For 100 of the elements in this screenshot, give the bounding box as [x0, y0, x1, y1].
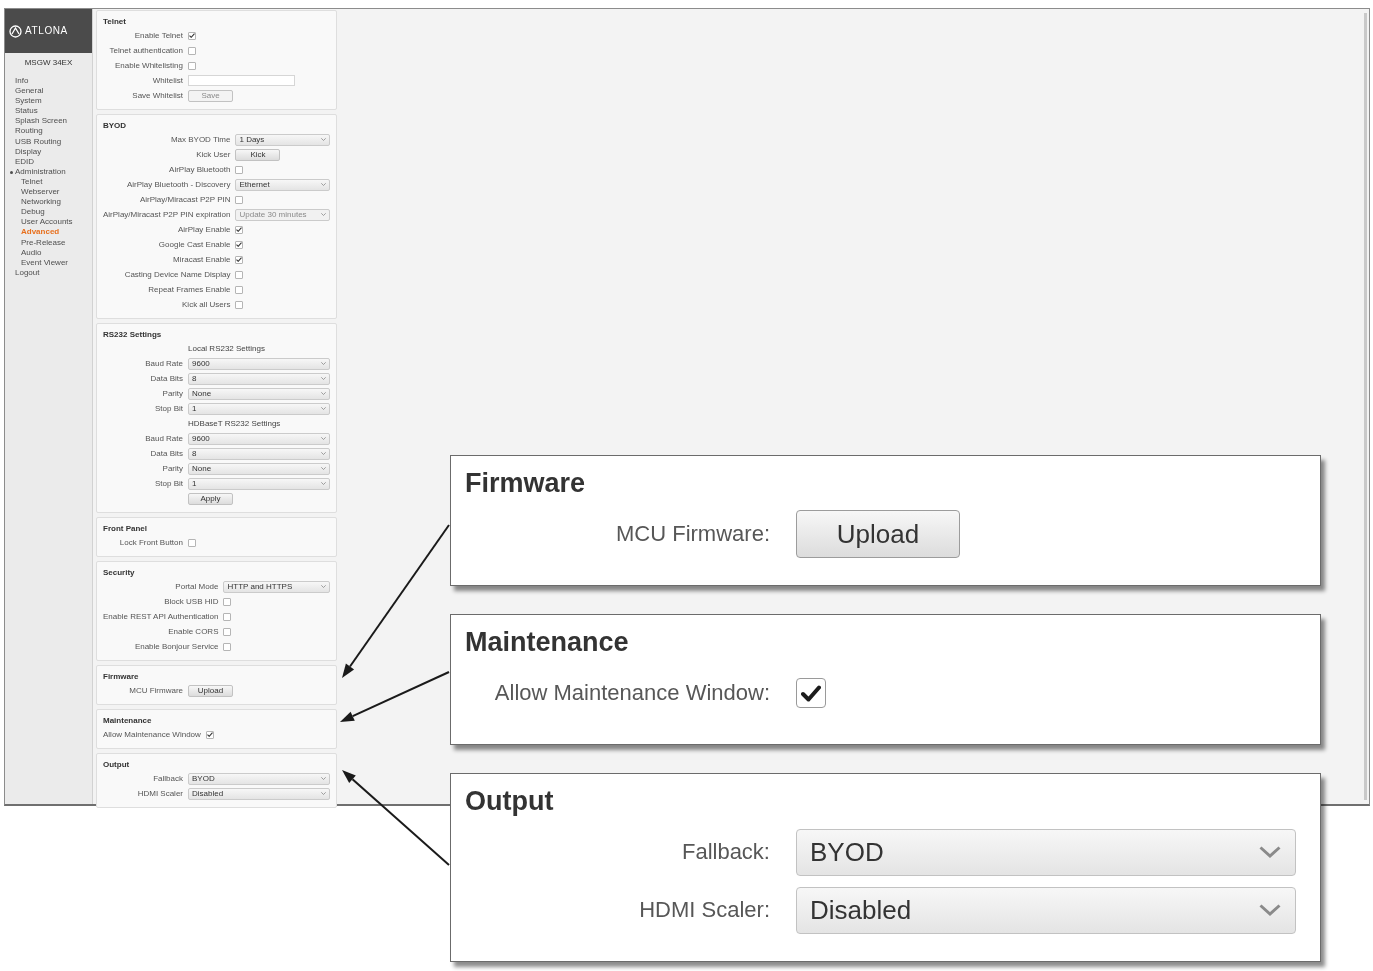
field-label: Whitelist: [152, 75, 183, 86]
nav-item[interactable]: Event Viewer: [10, 257, 68, 268]
dropdown[interactable]: Disabled: [796, 886, 1296, 934]
dropdown[interactable]: None: [188, 462, 330, 475]
checkmark-icon: [801, 684, 821, 702]
checkbox[interactable]: [188, 31, 196, 40]
field-label: Allow Maintenance Window:: [494, 679, 770, 707]
dropdown[interactable]: 9600: [188, 432, 330, 445]
input-field[interactable]: [188, 75, 295, 86]
button[interactable]: Apply: [188, 492, 233, 505]
field-label: Stop Bit: [155, 403, 183, 414]
field-label: Fallback: [153, 773, 183, 784]
field-label: Enable Bonjour Service: [134, 641, 219, 652]
field-label: AirPlay/Miracast P2P PIN expiration: [103, 209, 231, 220]
field-label: Portal Mode: [175, 581, 219, 592]
field-label: Block USB HID: [164, 596, 219, 607]
nav-item[interactable]: Audio: [10, 247, 42, 258]
chevron-down-icon: [321, 213, 326, 216]
nav-item[interactable]: Routing: [10, 126, 43, 137]
nav-item[interactable]: System: [10, 96, 42, 107]
dropdown[interactable]: Ethernet: [235, 178, 330, 191]
checkbox[interactable]: [796, 678, 826, 708]
field-label: Data Bits: [150, 448, 183, 459]
nav-item[interactable]: Debug: [10, 207, 45, 218]
nav-item[interactable]: Info: [10, 76, 29, 87]
field-label: Telnet authentication: [109, 45, 183, 56]
checkbox[interactable]: [235, 270, 244, 279]
nav-item[interactable]: Webserver: [10, 187, 60, 198]
checkbox[interactable]: [223, 627, 232, 636]
checkbox[interactable]: [235, 165, 244, 174]
checkmark-icon: [236, 242, 243, 247]
chevron-down-icon: [321, 467, 326, 470]
nav-item[interactable]: Status: [10, 106, 38, 117]
nav-item[interactable]: Networking: [10, 197, 61, 208]
button[interactable]: Kick: [235, 148, 281, 161]
field-label: AirPlay Bluetooth - Discovery: [126, 179, 231, 190]
field-label: Enable REST API Authentication: [103, 611, 219, 622]
checkmark-icon: [236, 227, 243, 232]
checkbox[interactable]: [223, 612, 232, 621]
chevron-down-icon: [321, 482, 326, 485]
section-title: RS232 Settings: [103, 329, 162, 341]
logo-text: ATLONA: [25, 25, 68, 37]
field-label: Parity: [162, 388, 183, 399]
field-label: Baud Rate: [145, 358, 183, 369]
checkbox[interactable]: [235, 300, 244, 309]
nav-item[interactable]: General: [10, 86, 44, 97]
nav-item[interactable]: User Accounts: [10, 217, 73, 228]
nav-item[interactable]: Logout: [10, 267, 40, 278]
dropdown[interactable]: HTTP and HTTPS: [223, 580, 330, 593]
field-label: Enable Telnet: [134, 30, 183, 41]
dropdown[interactable]: 1: [188, 402, 330, 415]
checkbox[interactable]: [205, 730, 214, 739]
dropdown[interactable]: Disabled: [188, 787, 330, 800]
checkbox[interactable]: [223, 642, 232, 651]
field-label: Repeat Frames Enable: [148, 284, 231, 295]
checkbox[interactable]: [235, 225, 244, 234]
nav-item[interactable]: Display: [10, 146, 42, 157]
section-title: BYOD: [103, 120, 127, 132]
section-title: Security: [103, 567, 135, 579]
dropdown[interactable]: 9600: [188, 357, 330, 370]
checkbox[interactable]: [235, 240, 244, 249]
checkbox[interactable]: [223, 597, 232, 606]
dropdown[interactable]: 8: [188, 372, 330, 385]
dropdown[interactable]: 1: [188, 477, 330, 490]
field-label: Enable CORS: [168, 626, 219, 637]
field-label: Max BYOD Time: [170, 134, 231, 145]
nav-item[interactable]: Telnet: [10, 176, 43, 188]
field-label: Allow Maintenance Window: [103, 729, 201, 740]
callout-title: Output: [465, 786, 554, 816]
field-label: Parity: [162, 463, 183, 474]
button[interactable]: Upload: [796, 510, 960, 558]
checkbox[interactable]: [188, 46, 196, 55]
checkbox[interactable]: [188, 538, 196, 547]
chevron-down-icon: [321, 452, 326, 455]
nav-item[interactable]: Splash Screen: [10, 116, 68, 127]
logo-icon: [9, 24, 22, 38]
nav-item[interactable]: Administration: [10, 166, 66, 177]
scrollbar[interactable]: [1364, 13, 1367, 800]
checkbox[interactable]: [188, 61, 196, 70]
checkbox[interactable]: [235, 195, 244, 204]
nav-item[interactable]: EDID: [10, 156, 35, 167]
checkbox[interactable]: [235, 255, 244, 264]
chevron-down-icon: [321, 377, 326, 380]
dropdown[interactable]: BYOD: [796, 828, 1296, 876]
chevron-down-icon: [321, 392, 326, 395]
field-label: AirPlay Enable: [178, 224, 231, 235]
button[interactable]: Upload: [188, 684, 233, 697]
dropdown[interactable]: None: [188, 387, 330, 400]
checkbox[interactable]: [235, 285, 244, 294]
field-label: Casting Device Name Display: [124, 269, 231, 280]
dropdown[interactable]: 8: [188, 447, 330, 460]
dropdown[interactable]: 1 Days: [235, 133, 330, 146]
callout-title: Firmware: [465, 468, 586, 498]
nav-item[interactable]: USB Routing: [10, 136, 62, 147]
field-label: Data Bits: [150, 373, 183, 384]
dropdown[interactable]: BYOD: [188, 772, 330, 785]
field-label: Lock Front Button: [119, 537, 183, 548]
field-label: Baud Rate: [145, 433, 183, 444]
section-title: Output: [103, 759, 130, 771]
nav-item[interactable]: Pre-Release: [10, 237, 66, 248]
